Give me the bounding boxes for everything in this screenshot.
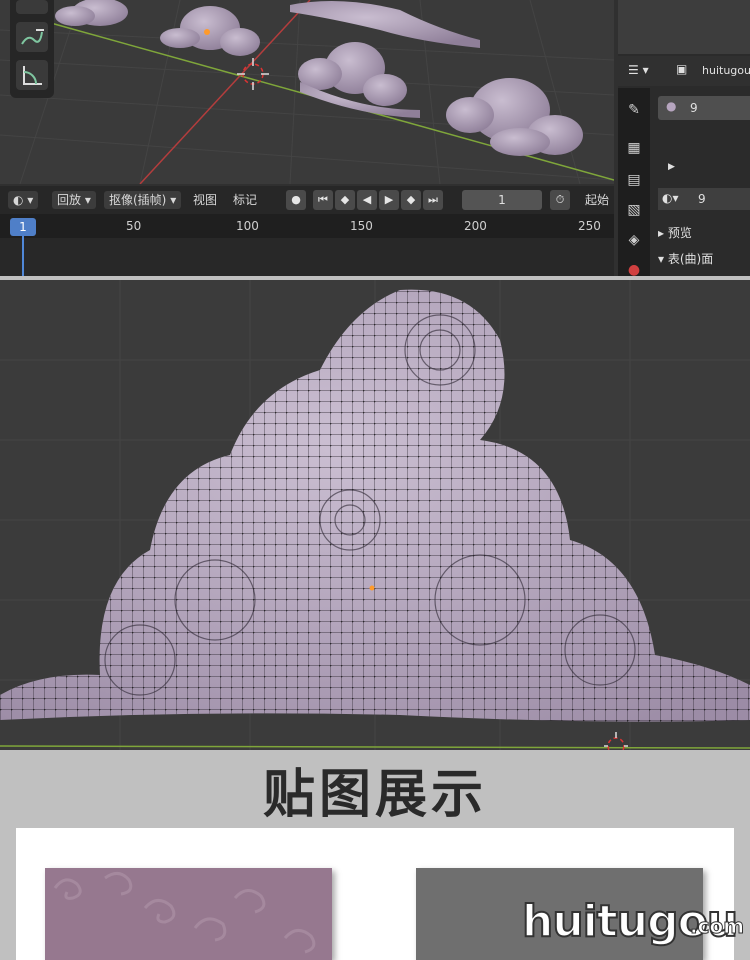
editor-type-button[interactable]: ◐ ▾ [8,191,39,209]
output-tab[interactable]: ▤ [622,168,646,192]
blender-top-panel: ◐ ▾ 回放 ▾ 抠像(插帧) ▾ 视图 标记 ● ⏮ ◆ ◀ ▶ ◆ ⏭ 1 … [0,0,750,276]
measure-tool-button[interactable] [16,60,48,90]
output-icon: ▤ [627,172,641,188]
preview-section-label: 预览 [667,226,692,240]
ruler-tick: 100 [236,219,259,233]
timeline-tracks[interactable] [0,238,614,276]
showcase-heading: 贴图展示 [262,765,487,825]
world-tab[interactable]: ● [622,258,646,276]
jump-start-button[interactable]: ⏮ [313,190,333,210]
origin-point [369,585,375,591]
auto-keying-button[interactable]: ⏱ [550,190,570,210]
playback-menu-label: 回放 [57,193,82,207]
properties-top-area [618,0,750,54]
view-menu[interactable]: 视图 [188,191,222,209]
keying-menu-label: 抠像(插帧) [109,193,167,207]
playhead-line[interactable] [22,236,24,276]
current-frame-field[interactable]: 1 [462,190,542,210]
scene-icon: ◈ [628,232,640,248]
prev-keyframe-button[interactable]: ◆ [335,190,355,210]
surface-section[interactable]: ▾ 表(曲)面 [658,250,713,267]
material-name: 9 [698,192,706,206]
material-slot-name: 9 [690,101,698,115]
play-reverse-button[interactable]: ◀ [357,190,377,210]
world-icon: ● [627,262,641,276]
play-button[interactable]: ▶ [379,190,399,210]
annotate-tool-button[interactable] [16,22,48,52]
timeline-header: ◐ ▾ 回放 ▾ 抠像(插帧) ▾ 视图 标记 ● ⏮ ◆ ◀ ▶ ◆ ⏭ 1 … [0,186,614,214]
tool-shelf [10,0,54,98]
preview-section[interactable]: ▸ 预览 [658,224,692,241]
tool-tab[interactable]: ✎ [622,98,646,122]
render-tab[interactable]: ▦ [622,136,646,160]
marker-menu[interactable]: 标记 [228,191,262,209]
tool-icon: ✎ [628,102,640,118]
record-button[interactable]: ● [286,190,306,210]
next-keyframe-icon: ◆ [406,193,416,206]
jump-end-button[interactable]: ⏭ [423,190,443,210]
object-name: huitugou [702,64,750,77]
shading-icon: ◐▾ [662,191,679,205]
playback-menu[interactable]: 回放 ▾ [52,191,96,209]
stopwatch-icon: ⏱ [555,193,565,206]
properties-header: ☰ ▾ ▣ huitugou [618,56,750,86]
ruler-tick: 250 [578,219,601,233]
surface-section-label: 表(曲)面 [667,252,714,266]
jump-start-icon: ⏮ [318,193,328,206]
transform-tool-button[interactable] [16,0,48,14]
expand-arrow-icon[interactable]: ▶ [668,162,675,172]
ruler-tick: 200 [464,219,487,233]
keying-menu[interactable]: 抠像(插帧) ▾ [104,191,182,209]
material-slot-row[interactable]: ● 9 [658,96,750,120]
texture-preview-purple [45,868,332,960]
timeline-ruler[interactable]: 50 100 150 200 250 [0,214,614,238]
playhead-frame-badge[interactable]: 1 [10,218,36,236]
cloud-pattern-texture [53,872,316,954]
jump-end-icon: ⏭ [428,193,438,206]
timeline-editor-icon: ◐ ▾ [13,193,34,207]
ruler-tick: 50 [126,219,142,233]
view-layer-tab[interactable]: ▧ [622,198,646,222]
prev-keyframe-icon: ◆ [340,193,350,206]
material-selector[interactable]: ◐▾ 9 [658,188,750,210]
record-icon: ● [291,193,301,206]
ruler-tick: 150 [350,219,373,233]
material-sphere-icon: ● [666,99,677,113]
play-icon: ▶ [384,193,394,206]
editor-type-dropdown[interactable]: ☰ ▾ [628,63,649,77]
view-layer-icon: ▧ [627,202,641,218]
properties-tabs: ✎ ▦ ▤ ▧ ◈ ● [618,88,650,276]
next-keyframe-button[interactable]: ◆ [401,190,421,210]
scene-tab[interactable]: ◈ [622,228,646,252]
start-frame-label: 起始 [585,193,610,207]
measure-icon [23,66,42,85]
render-icon: ▦ [627,140,641,156]
object-icon: ▣ [676,62,688,76]
pencil-annotate-icon [21,29,44,45]
viewport-3d[interactable] [0,0,614,184]
watermark-suffix: .com [689,914,745,939]
play-reverse-icon: ◀ [362,193,372,206]
mesh-edit-viewport[interactable] [0,280,750,750]
